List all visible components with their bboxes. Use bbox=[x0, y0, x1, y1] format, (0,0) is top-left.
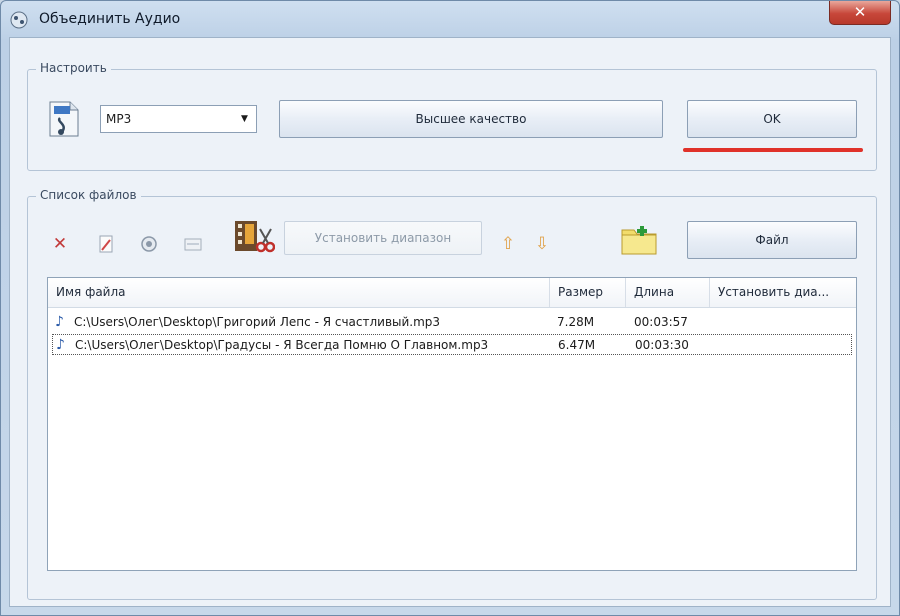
column-header-set-range[interactable]: Установить диа... bbox=[710, 278, 856, 307]
title-bar[interactable]: Объединить Аудио ✕ bbox=[1, 1, 899, 37]
close-button[interactable]: ✕ bbox=[829, 1, 891, 25]
column-header-name[interactable]: Имя файла bbox=[48, 278, 550, 307]
dialog-body: Настроить MP3 ▼ Высшее качество OK Списо… bbox=[9, 37, 891, 607]
set-range-button[interactable]: Установить диапазон bbox=[284, 221, 482, 255]
close-icon: ✕ bbox=[853, 3, 867, 21]
quality-button[interactable]: Высшее качество bbox=[279, 100, 663, 138]
cut-audio-icon[interactable] bbox=[233, 219, 275, 255]
format-select-value: MP3 bbox=[106, 112, 132, 126]
column-header-length[interactable]: Длина bbox=[626, 278, 710, 307]
properties-icon[interactable] bbox=[183, 234, 203, 254]
file-length: 00:03:57 bbox=[634, 315, 688, 329]
files-legend: Список файлов bbox=[36, 188, 141, 202]
chevron-down-icon: ▼ bbox=[241, 114, 248, 124]
file-size: 7.28M bbox=[557, 315, 595, 329]
column-header-size[interactable]: Размер bbox=[550, 278, 626, 307]
file-name: C:\Users\Олег\Desktop\Григорий Лепс - Я … bbox=[74, 315, 441, 329]
file-list-header: Имя файла Размер Длина Установить диа... bbox=[48, 278, 856, 308]
merge-audio-window: Объединить Аудио ✕ Настроить MP3 ▼ Высше… bbox=[0, 0, 900, 616]
move-down-icon[interactable]: ⇩ bbox=[532, 234, 552, 254]
window-title: Объединить Аудио bbox=[39, 11, 181, 27]
add-files-button-label: Файл bbox=[755, 233, 789, 247]
audio-note-icon: ♪ bbox=[55, 314, 64, 330]
ok-button[interactable]: OK bbox=[687, 100, 857, 138]
set-range-button-label: Установить диапазон bbox=[314, 231, 452, 245]
file-list[interactable]: Имя файла Размер Длина Установить диа...… bbox=[47, 277, 857, 571]
app-icon bbox=[10, 11, 28, 29]
file-row[interactable]: ♪ C:\Users\Олег\Desktop\Григорий Лепс - … bbox=[52, 312, 852, 333]
delete-icon[interactable]: ✕ bbox=[50, 234, 70, 254]
file-name: C:\Users\Олег\Desktop\Градусы - Я Всегда… bbox=[75, 338, 489, 352]
format-select[interactable]: MP3 ▼ bbox=[100, 105, 257, 133]
move-up-icon[interactable]: ⇧ bbox=[498, 234, 518, 254]
add-folder-icon[interactable] bbox=[620, 222, 658, 256]
audio-note-icon: ♪ bbox=[56, 337, 65, 353]
clear-list-icon[interactable] bbox=[96, 234, 116, 254]
file-row[interactable]: ♪ C:\Users\Олег\Desktop\Градусы - Я Всег… bbox=[52, 334, 852, 355]
add-files-button[interactable]: Файл bbox=[687, 221, 857, 259]
file-size: 6.47M bbox=[558, 338, 596, 352]
audio-file-icon bbox=[49, 101, 79, 137]
play-icon[interactable] bbox=[139, 234, 159, 254]
settings-legend: Настроить bbox=[36, 61, 111, 75]
ok-highlight-underline bbox=[683, 148, 863, 152]
quality-button-label: Высшее качество bbox=[415, 112, 527, 126]
ok-button-label: OK bbox=[763, 112, 781, 126]
file-length: 00:03:30 bbox=[635, 338, 689, 352]
